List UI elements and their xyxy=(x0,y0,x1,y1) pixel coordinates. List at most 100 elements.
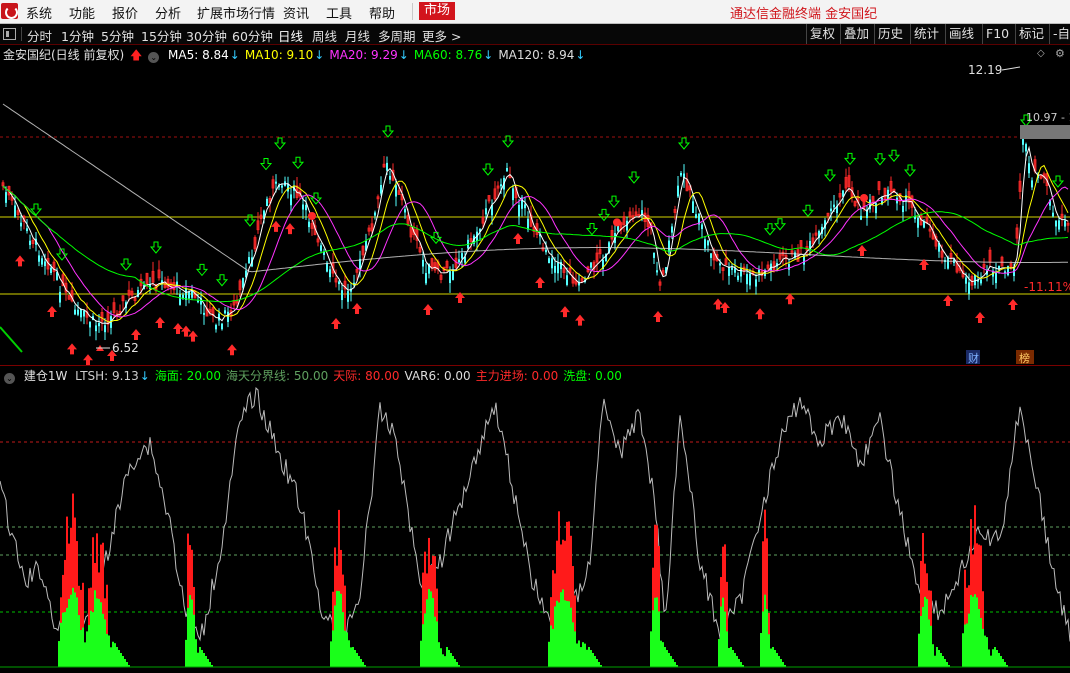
washout-bar xyxy=(662,642,664,667)
period-tab-more[interactable]: 更多 > xyxy=(422,26,461,45)
candle-body xyxy=(338,281,340,285)
f10-button[interactable]: F10 xyxy=(982,24,1012,44)
washout-bar xyxy=(120,653,122,667)
candle-body xyxy=(341,290,343,301)
sub-legend-item-6: 洗盘: 0.00 xyxy=(563,369,622,383)
sell-arrow-icon xyxy=(627,171,641,184)
menu-item-help[interactable]: 帮助 xyxy=(369,3,395,22)
auto-button[interactable]: -自 xyxy=(1049,24,1070,44)
washout-bar xyxy=(982,628,984,667)
settings-gear-icon[interactable]: ⚙ xyxy=(1055,47,1065,60)
washout-bar xyxy=(740,662,742,667)
menu-item-analysis[interactable]: 分析 xyxy=(155,3,181,22)
candle-body xyxy=(77,309,79,315)
sell-arrow-icon xyxy=(381,125,395,138)
washout-bar xyxy=(80,630,82,667)
candle-body xyxy=(227,311,229,322)
menu-item-function[interactable]: 功能 xyxy=(69,3,95,22)
washout-bar xyxy=(586,649,588,667)
statistics-button[interactable]: 统计 xyxy=(910,24,942,44)
period-tab-weekly[interactable]: 周线 xyxy=(312,26,337,45)
candle-body xyxy=(485,208,487,215)
menu-item-quote[interactable]: 报价 xyxy=(112,3,138,22)
washout-bar xyxy=(444,656,446,667)
washout-bar xyxy=(984,635,986,667)
washout-bar xyxy=(772,647,774,667)
candle-body xyxy=(29,240,31,246)
diamond-icon[interactable]: ◇ xyxy=(1037,48,1045,59)
down-arrow-icon: ↓ xyxy=(314,48,325,62)
mark-button[interactable]: 标记 xyxy=(1015,24,1047,44)
sell-arrow-icon xyxy=(195,263,209,277)
period-tab-timeshare[interactable]: 分时 xyxy=(27,26,52,45)
washout-bar xyxy=(650,631,652,667)
sub-legend-list: LTSH: 9.13↓ 海面: 20.00 海天分界线: 50.00 天际: 80.0… xyxy=(75,369,627,383)
period-toolbar: 分时 1分钟 5分钟 15分钟 30分钟 60分钟 日线 周线 月线 多周期 更… xyxy=(0,24,1070,45)
candle-body xyxy=(719,263,721,266)
period-tab-15min[interactable]: 15分钟 xyxy=(141,26,182,45)
overlay-button[interactable]: 叠加 xyxy=(840,24,872,44)
washout-bar xyxy=(654,597,656,667)
washout-bar xyxy=(64,612,66,667)
candle-body xyxy=(917,217,919,228)
washout-bar xyxy=(94,590,96,667)
washout-bar xyxy=(580,647,582,667)
candle-body xyxy=(404,209,406,213)
washout-bar xyxy=(358,656,360,667)
washout-bar xyxy=(193,614,195,667)
washout-bar xyxy=(209,662,211,667)
draw-line-button[interactable]: 画线 xyxy=(945,24,977,44)
sell-arrow-icon xyxy=(801,204,815,218)
washout-bar xyxy=(66,607,68,667)
history-button[interactable]: 历史 xyxy=(874,24,906,44)
period-tab-daily[interactable]: 日线 xyxy=(278,26,303,45)
washout-bar xyxy=(552,628,554,667)
washout-bar xyxy=(448,650,450,667)
period-tab-30min[interactable]: 30分钟 xyxy=(186,26,227,45)
washout-bar xyxy=(342,612,344,667)
candle-body xyxy=(701,224,703,230)
washout-bar xyxy=(348,640,350,667)
buy-arrow-icon xyxy=(755,308,765,320)
market-button[interactable]: 市场 xyxy=(419,2,455,20)
candle-body xyxy=(590,262,592,268)
sub-legend-item-3: 天际: 80.00 xyxy=(333,369,400,383)
washout-bar xyxy=(670,656,672,667)
washout-bar xyxy=(334,605,336,667)
period-tab-5min[interactable]: 5分钟 xyxy=(101,26,134,45)
menu-item-extended-market[interactable]: 扩展市场行情 xyxy=(197,3,275,22)
indicator-chart[interactable] xyxy=(0,383,1070,673)
candle-body xyxy=(452,270,454,280)
period-tab-1min[interactable]: 1分钟 xyxy=(61,26,94,45)
candle-body xyxy=(788,263,790,270)
price-chart[interactable]: 12.19 10.97 - 1 6.52 -11.11% 财 榜 xyxy=(0,62,1070,365)
buy-arrow-icon xyxy=(173,323,183,334)
period-tab-multi[interactable]: 多周期 xyxy=(378,26,416,45)
washout-bar xyxy=(330,641,332,667)
menu-item-system[interactable]: 系统 xyxy=(26,3,52,22)
candle-body xyxy=(41,258,43,265)
period-tab-60min[interactable]: 60分钟 xyxy=(232,26,273,45)
app-logo-icon xyxy=(1,3,18,19)
candle-body xyxy=(20,222,22,227)
candle-body xyxy=(965,277,967,284)
washout-bar xyxy=(442,654,444,667)
washout-bar xyxy=(996,650,998,667)
washout-bar xyxy=(992,649,994,667)
buy-arrow-icon xyxy=(560,306,570,318)
candle-body xyxy=(671,226,673,233)
candle-body xyxy=(704,239,706,249)
washout-bar xyxy=(102,613,104,667)
candle-body xyxy=(980,279,982,284)
adjust-button[interactable]: 复权 xyxy=(806,24,838,44)
menu-item-tools[interactable]: 工具 xyxy=(326,3,352,22)
menu-item-news[interactable]: 资讯 xyxy=(283,3,309,22)
candle-body xyxy=(14,205,16,217)
period-tab-monthly[interactable]: 月线 xyxy=(345,26,370,45)
price-label-box xyxy=(1020,125,1070,139)
washout-bar xyxy=(340,593,342,667)
candle-body xyxy=(422,259,424,267)
sidebar-toggle-icon[interactable] xyxy=(3,28,16,40)
washout-bar xyxy=(730,647,732,667)
washout-bar xyxy=(776,653,778,667)
